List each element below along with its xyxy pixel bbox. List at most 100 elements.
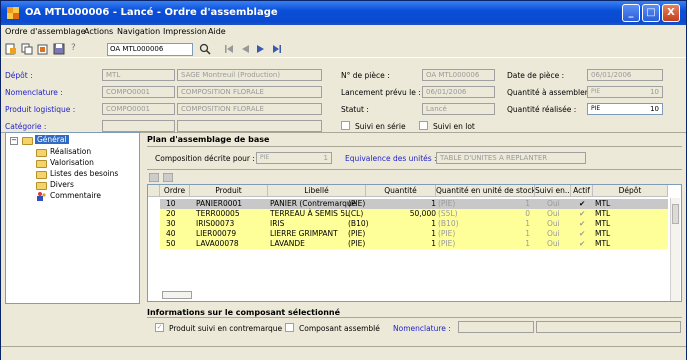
new-icon[interactable]	[5, 43, 17, 55]
depot-name-field[interactable]: SAGE Montreuil (Production)	[177, 69, 322, 81]
minimize-button[interactable]: _	[622, 4, 640, 22]
suivi-serie-checkbox[interactable]	[341, 121, 350, 130]
tree-item-general[interactable]: Général	[35, 135, 69, 144]
cell-depot: MTL	[595, 209, 611, 218]
depot-code-field[interactable]: MTL	[102, 69, 175, 81]
qte-realisee-field[interactable]: PIE 10	[587, 103, 663, 115]
document-select[interactable]: OA MTL000006	[107, 43, 193, 56]
produit-name-field[interactable]: COMPOSITION FLORALE	[177, 103, 322, 115]
title-bar[interactable]: OA MTL000006 - Lancé - Ordre d'assemblag…	[1, 1, 686, 25]
tree-item-besoins[interactable]: Listes des besoins	[50, 169, 118, 178]
produit-label: Produit logistique :	[5, 105, 76, 114]
suivi-contremarque-checkbox[interactable]: ✓	[155, 323, 164, 332]
col-suivi[interactable]: Suivi en...	[535, 185, 571, 197]
suivi-lot-checkbox[interactable]	[419, 121, 428, 130]
grid-tool-icon[interactable]	[149, 173, 159, 182]
grid-tool2-icon[interactable]	[163, 173, 173, 182]
horizontal-scrollbar[interactable]	[162, 291, 192, 299]
toolbar: ?	[1, 40, 686, 58]
cell-actif[interactable]: ✔	[579, 199, 585, 209]
menu-bar: Ordre d'assemblage Actions Navigation Im…	[1, 25, 686, 39]
cell-stock-unit: (PIE)	[438, 239, 456, 248]
equivalence-field[interactable]: TABLE D'UNITES A REPLANTER	[436, 152, 586, 164]
composant-nomenclature-code[interactable]	[458, 321, 534, 333]
qte-assembler-label: Quantité à assembler :	[507, 88, 593, 97]
cell-depot: MTL	[595, 199, 611, 208]
maximize-button[interactable]: □	[642, 4, 660, 22]
produit-code-field[interactable]: COMPO0001	[102, 103, 175, 115]
composant-nomenclature-label: Nomenclature :	[393, 324, 451, 333]
piece-field[interactable]: OA MTL000006	[422, 69, 495, 81]
col-qte-stock[interactable]: Quantité en unité de stock	[436, 185, 535, 197]
cell-produit: IRIS00073	[196, 219, 235, 228]
menu-actions[interactable]: Actions	[84, 27, 113, 36]
folder-icon	[22, 137, 33, 145]
scroll-thumb[interactable]	[672, 204, 679, 224]
help-icon[interactable]: ?	[71, 43, 76, 53]
cell-actif[interactable]: ✔	[579, 209, 585, 219]
close-button[interactable]: X	[662, 4, 680, 22]
lancement-label: Lancement prévu le :	[341, 88, 421, 97]
composition-value: 1	[323, 154, 328, 162]
categorie-name-field[interactable]	[177, 120, 322, 132]
grid-top-divider	[147, 169, 682, 170]
statut-field: Lancé	[422, 103, 495, 115]
window-title: OA MTL000006 - Lancé - Ordre d'assemblag…	[25, 7, 278, 18]
date-field[interactable]: 06/01/2006	[587, 69, 663, 81]
menu-ordre[interactable]: Ordre d'assemblage	[5, 27, 86, 36]
tree-item-divers[interactable]: Divers	[50, 180, 74, 189]
cell-unit: (PIE)	[348, 239, 366, 248]
table-row[interactable]: 10 PANIER0001 PANIER (Contremarque (PIE) 1 (P…	[160, 199, 668, 209]
collapse-icon[interactable]: −	[10, 137, 18, 145]
folder-icon	[36, 149, 47, 157]
cell-stock-unit: (PIE)	[438, 229, 456, 238]
col-depot[interactable]: Dépôt	[593, 185, 668, 197]
col-produit[interactable]: Produit	[190, 185, 268, 197]
categorie-code-field[interactable]	[102, 120, 175, 132]
qte-realisee-value: 10	[650, 105, 659, 113]
cell-suivi: Oui	[547, 199, 560, 208]
assemble-checkbox[interactable]	[285, 323, 294, 332]
duplicate-icon[interactable]	[37, 43, 49, 55]
cell-suivi: Oui	[547, 219, 560, 228]
copy-icon[interactable]	[21, 43, 33, 55]
table-row[interactable]: 20 TERR00005 TERREAU À SEMIS 5L (CL) 50,000(…	[160, 209, 668, 219]
qte-assembler-field[interactable]: PIE 10	[587, 86, 663, 98]
next-record-icon[interactable]	[255, 43, 267, 55]
tree-item-valorisation[interactable]: Valorisation	[50, 158, 94, 167]
cell-actif[interactable]: ✔	[579, 219, 585, 229]
table-row[interactable]: 40 LIER00079 LIERRE GRIMPANT (PIE) 1 (PIE) 1 Ou…	[160, 229, 668, 239]
composant-nomenclature-name[interactable]	[536, 321, 681, 333]
lancement-field[interactable]: 06/01/2006	[422, 86, 495, 98]
composition-field[interactable]: PIE 1	[256, 152, 332, 164]
vertical-scrollbar[interactable]	[670, 198, 680, 301]
last-record-icon[interactable]	[271, 43, 283, 55]
status-bar	[1, 346, 686, 360]
cell-actif[interactable]: ✔	[579, 229, 585, 239]
menu-navigation[interactable]: Navigation	[117, 27, 160, 36]
components-grid: Ordre Produit Libellé Quantité Quantité …	[147, 184, 682, 302]
save-icon[interactable]	[53, 43, 65, 55]
menu-aide[interactable]: Aide	[208, 27, 226, 36]
depot-label: Dépôt :	[5, 71, 33, 80]
nomenclature-name-field[interactable]: COMPOSITION FLORALE	[177, 86, 322, 98]
col-actif[interactable]: Actif	[571, 185, 593, 197]
cell-stock-qte: 1	[525, 239, 530, 248]
cell-stock-qte: 1	[525, 199, 530, 208]
cell-qte: 1	[431, 239, 436, 248]
first-record-icon[interactable]	[223, 43, 235, 55]
cell-actif[interactable]: ✔	[579, 239, 585, 249]
table-row[interactable]: 30 IRIS00073 IRIS (B10) 1 (B10) 1 Oui ✔ MTL	[160, 219, 668, 229]
tree-item-commentaire[interactable]: Commentaire	[50, 191, 101, 200]
cell-libelle: LAVANDE	[270, 239, 305, 248]
col-quantite[interactable]: Quantité	[366, 185, 436, 197]
search-icon[interactable]	[199, 43, 211, 55]
menu-impression[interactable]: Impression	[163, 27, 207, 36]
cell-qte: 1	[431, 219, 436, 228]
col-libelle[interactable]: Libellé	[268, 185, 366, 197]
table-row[interactable]: 50 LAVA00078 LAVANDE (PIE) 1 (PIE) 1 Oui ✔ MTL	[160, 239, 668, 249]
previous-record-icon[interactable]	[239, 43, 251, 55]
nomenclature-code-field[interactable]: COMPO0001	[102, 86, 175, 98]
tree-item-realisation[interactable]: Réalisation	[50, 147, 91, 156]
col-ordre[interactable]: Ordre	[160, 185, 190, 197]
